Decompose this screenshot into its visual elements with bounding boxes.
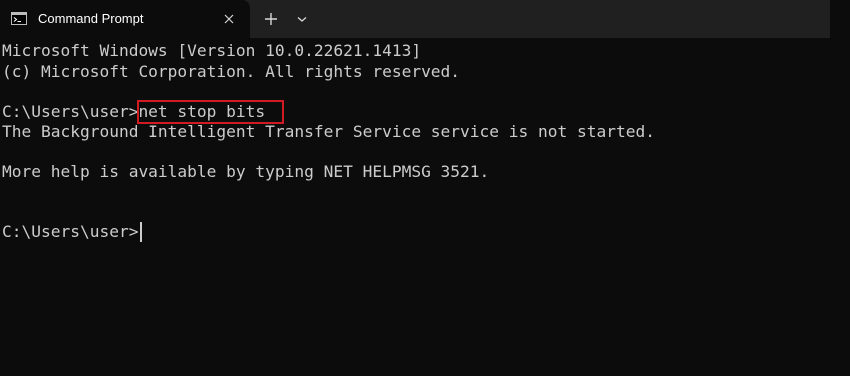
console-prompt: C:\Users\user> (2, 222, 139, 241)
titlebar-drag-region[interactable] (320, 0, 830, 38)
chevron-down-icon[interactable] (290, 7, 314, 31)
console-line-copyright: (c) Microsoft Corporation. All rights re… (2, 62, 461, 81)
cmd-icon (11, 12, 27, 25)
tab-title: Command Prompt (38, 11, 144, 26)
terminal-window: Command Prompt Microsoft Windows [Versio… (0, 0, 850, 376)
console-line-version: Microsoft Windows [Version 10.0.22621.14… (2, 41, 422, 60)
console-line-help: More help is available by typing NET HEL… (2, 162, 490, 181)
tab-command-prompt[interactable]: Command Prompt (0, 0, 250, 38)
text-cursor (140, 222, 142, 242)
scrollbar[interactable] (830, 0, 850, 376)
console-line-service-status: The Background Intelligent Transfer Serv… (2, 122, 655, 141)
tab-bar: Command Prompt (0, 0, 850, 38)
console-line-command: C:\Users\user>net stop bits (2, 102, 266, 121)
close-icon[interactable] (221, 11, 237, 27)
console-output[interactable]: Microsoft Windows [Version 10.0.22621.14… (0, 38, 830, 376)
plus-icon[interactable] (258, 7, 284, 31)
